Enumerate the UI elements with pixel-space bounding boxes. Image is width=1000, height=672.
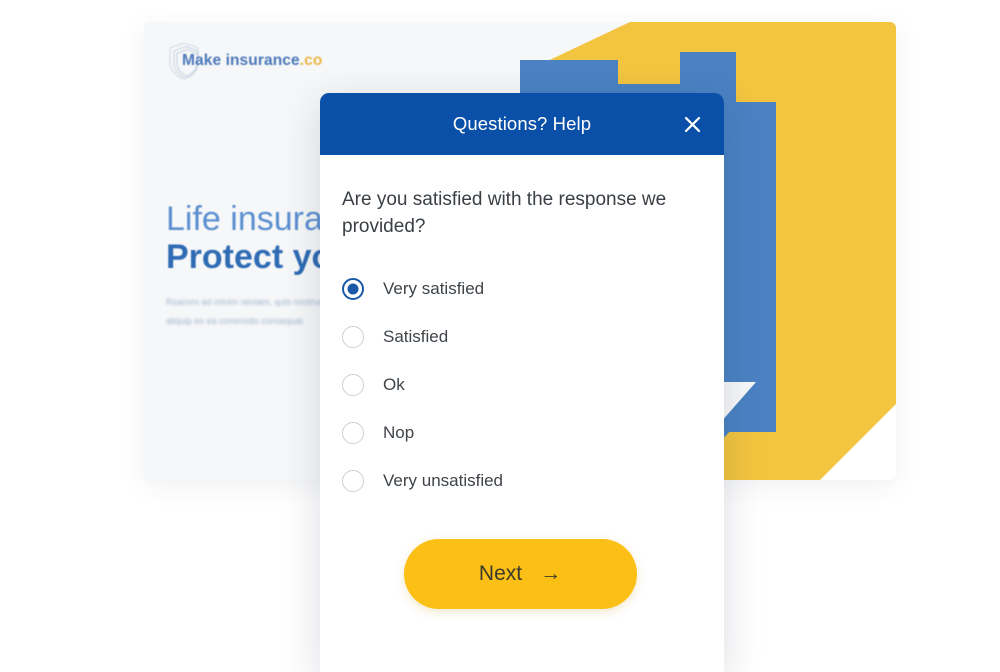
radio-icon[interactable]: [342, 277, 364, 300]
brand-name: Make insurance: [182, 52, 300, 69]
option-label: Very satisfied: [383, 278, 485, 298]
survey-options-group: Very satisfied Satisfied Ok Nop Very uns: [342, 265, 698, 505]
radio-icon[interactable]: [342, 325, 364, 348]
option-label: Nop: [383, 422, 415, 442]
option-satisfied[interactable]: Satisfied: [342, 313, 698, 361]
radio-icon[interactable]: [342, 469, 364, 492]
site-logo[interactable]: Make insurance.co: [164, 40, 322, 82]
logo-text: Make insurance.co: [182, 52, 322, 70]
arrow-right-icon: →: [540, 562, 562, 586]
option-very-satisfied[interactable]: Very satisfied: [342, 265, 698, 313]
next-button-label: Next: [478, 561, 523, 585]
radio-icon[interactable]: [342, 373, 364, 396]
option-very-unsatisfied[interactable]: Very unsatisfied: [342, 457, 698, 505]
modal-body: Are you satisfied with the response we p…: [320, 155, 724, 609]
survey-question: Are you satisfied with the response we p…: [342, 189, 667, 237]
option-label: Ok: [383, 374, 405, 394]
modal-footer: Next →: [342, 538, 698, 609]
radio-icon[interactable]: [342, 421, 364, 444]
option-label: Satisfied: [383, 326, 449, 346]
option-nop[interactable]: Nop: [342, 409, 698, 457]
next-button[interactable]: Next →: [403, 538, 637, 609]
close-button[interactable]: [678, 110, 706, 138]
screen-root: Make insurance.co Life insurance Protect…: [0, 0, 1000, 672]
option-ok[interactable]: Ok: [342, 361, 698, 409]
close-icon: [684, 116, 700, 132]
brand-suffix: .co: [299, 52, 323, 69]
modal-header: Questions? Help: [320, 93, 724, 155]
modal-title: Questions? Help: [452, 113, 592, 134]
option-label: Very unsatisfied: [383, 470, 504, 490]
help-survey-modal: Questions? Help Are you satisfied with t…: [320, 93, 724, 672]
